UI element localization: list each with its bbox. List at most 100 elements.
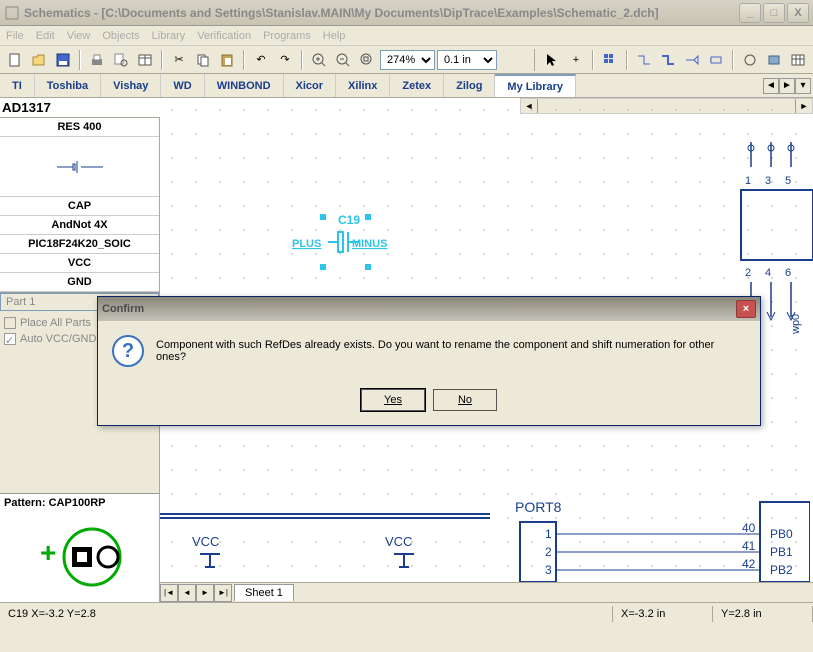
status-xpos: X=-3.2 in xyxy=(613,606,713,622)
dialog-message: Component with such RefDes already exist… xyxy=(156,335,746,363)
svg-text:40: 40 xyxy=(742,521,756,535)
no-button[interactable]: No xyxy=(433,389,497,411)
preview-icon[interactable] xyxy=(110,49,132,71)
question-icon: ? xyxy=(112,335,144,367)
list-item[interactable]: VCC xyxy=(0,254,159,273)
dialog-title: Confirm xyxy=(102,303,736,315)
wire-tool-icon[interactable] xyxy=(633,49,655,71)
svg-text:3: 3 xyxy=(765,175,771,187)
svg-text:6: 6 xyxy=(785,267,791,279)
list-item[interactable]: AndNot 4X xyxy=(0,216,159,235)
svg-text:PB1: PB1 xyxy=(770,545,793,559)
tab-xicor[interactable]: Xicor xyxy=(284,74,337,97)
menu-help[interactable]: Help xyxy=(323,30,346,42)
dialog-close-button[interactable]: × xyxy=(736,300,756,318)
sheet-first[interactable]: |◄ xyxy=(160,584,178,602)
menu-view[interactable]: View xyxy=(67,30,91,42)
status-ypos: Y=2.8 in xyxy=(713,606,813,622)
svg-text:2: 2 xyxy=(545,545,552,559)
tab-vishay[interactable]: Vishay xyxy=(101,74,161,97)
confirm-dialog: Confirm × ? Component with such RefDes a… xyxy=(97,296,761,426)
tab-xilinx[interactable]: Xilinx xyxy=(336,74,390,97)
tab-scroll-left[interactable]: ◄ xyxy=(763,78,779,94)
tab-zetex[interactable]: Zetex xyxy=(390,74,444,97)
component-icon[interactable] xyxy=(763,49,785,71)
copy-icon[interactable] xyxy=(192,49,214,71)
menu-library[interactable]: Library xyxy=(152,30,186,42)
menu-file[interactable]: File xyxy=(6,30,24,42)
component-list: RES 400 CAP AndNot 4X PIC18F24K20_SOIC V… xyxy=(0,118,159,292)
open-icon[interactable] xyxy=(28,49,50,71)
cut-icon[interactable]: ✂ xyxy=(168,49,190,71)
yes-button[interactable]: Yes xyxy=(361,389,425,411)
component-filter-input[interactable] xyxy=(0,98,183,117)
status-left: C19 X=-3.2 Y=2.8 xyxy=(0,606,613,622)
list-item[interactable]: CAP xyxy=(0,197,159,216)
dialog-titlebar[interactable]: Confirm × xyxy=(98,297,760,321)
zoom-select[interactable]: 274% xyxy=(380,50,435,70)
titleblock-icon[interactable] xyxy=(134,49,156,71)
svg-text:4: 4 xyxy=(765,267,771,279)
net-port-icon[interactable] xyxy=(681,49,703,71)
svg-text:PB0: PB0 xyxy=(770,527,793,541)
tab-zilog[interactable]: Zilog xyxy=(444,74,495,97)
tab-winbond[interactable]: WINBOND xyxy=(205,74,284,97)
menu-programs[interactable]: Programs xyxy=(263,30,311,42)
sheet-tab-1[interactable]: Sheet 1 xyxy=(234,584,294,601)
component-c19[interactable]: C19 PLUS MINUS xyxy=(290,212,410,285)
tab-toshiba[interactable]: Toshiba xyxy=(35,74,101,97)
pattern-preview: + xyxy=(0,512,159,602)
grid-toggle-icon[interactable] xyxy=(599,49,621,71)
circle-tool-icon[interactable] xyxy=(739,49,761,71)
library-tabs: TI Toshiba Vishay WD WINBOND Xicor Xilin… xyxy=(0,74,813,98)
svg-text:PB2: PB2 xyxy=(770,563,793,577)
tab-ti[interactable]: TI xyxy=(0,74,35,97)
svg-text:PORT8: PORT8 xyxy=(515,499,562,515)
zoom-in-icon[interactable] xyxy=(308,49,330,71)
save-icon[interactable] xyxy=(52,49,74,71)
close-button[interactable]: X xyxy=(787,3,809,23)
paste-icon[interactable] xyxy=(216,49,238,71)
menu-objects[interactable]: Objects xyxy=(102,30,139,42)
sheet-next[interactable]: ► xyxy=(196,584,214,602)
svg-text:VCC: VCC xyxy=(192,534,219,549)
menu-verification[interactable]: Verification xyxy=(197,30,251,42)
menu-edit[interactable]: Edit xyxy=(36,30,55,42)
component-preview-res xyxy=(0,137,159,197)
statusbar: C19 X=-3.2 Y=2.8 X=-3.2 in Y=2.8 in xyxy=(0,602,813,624)
table-icon[interactable] xyxy=(787,49,809,71)
svg-text:PLUS: PLUS xyxy=(292,238,321,250)
page-connector-icon[interactable] xyxy=(705,49,727,71)
minimize-button[interactable]: _ xyxy=(739,3,761,23)
tab-wd[interactable]: WD xyxy=(161,74,204,97)
svg-text:+: + xyxy=(40,537,56,568)
crosshair-icon[interactable]: + xyxy=(565,49,587,71)
svg-text:VCC: VCC xyxy=(385,534,412,549)
list-item[interactable]: GND xyxy=(0,273,159,292)
sheet-last[interactable]: ►| xyxy=(214,584,232,602)
schematic-bottom: VCC VCC PORT8 1 2 3 40 41 42 PB0 PB1 PB2 xyxy=(160,492,810,582)
svg-text:5: 5 xyxy=(785,175,791,187)
grid-select[interactable]: 0.1 in xyxy=(437,50,497,70)
tab-menu[interactable]: ▾ xyxy=(795,78,811,94)
new-icon[interactable] xyxy=(4,49,26,71)
svg-text:41: 41 xyxy=(742,539,756,553)
redo-icon[interactable]: ↷ xyxy=(274,49,296,71)
arrow-tool-icon[interactable] xyxy=(541,49,563,71)
sheet-tabs: |◄ ◄ ► ►| Sheet 1 xyxy=(160,582,813,602)
list-item[interactable]: PIC18F24K20_SOIC xyxy=(0,235,159,254)
tab-my-library[interactable]: My Library xyxy=(495,74,576,97)
print-icon[interactable] xyxy=(86,49,108,71)
list-item[interactable]: RES 400 xyxy=(0,118,159,137)
svg-text:MINUS: MINUS xyxy=(352,238,387,250)
zoom-window-icon[interactable] xyxy=(356,49,378,71)
titlebar: Schematics - [C:\Documents and Settings\… xyxy=(0,0,813,26)
maximize-button[interactable]: □ xyxy=(763,3,785,23)
menubar: File Edit View Objects Library Verificat… xyxy=(0,26,813,46)
bus-tool-icon[interactable] xyxy=(657,49,679,71)
sheet-prev[interactable]: ◄ xyxy=(178,584,196,602)
zoom-out-icon[interactable] xyxy=(332,49,354,71)
svg-text:3: 3 xyxy=(545,563,552,577)
tab-scroll-right[interactable]: ► xyxy=(779,78,795,94)
undo-icon[interactable]: ↶ xyxy=(250,49,272,71)
